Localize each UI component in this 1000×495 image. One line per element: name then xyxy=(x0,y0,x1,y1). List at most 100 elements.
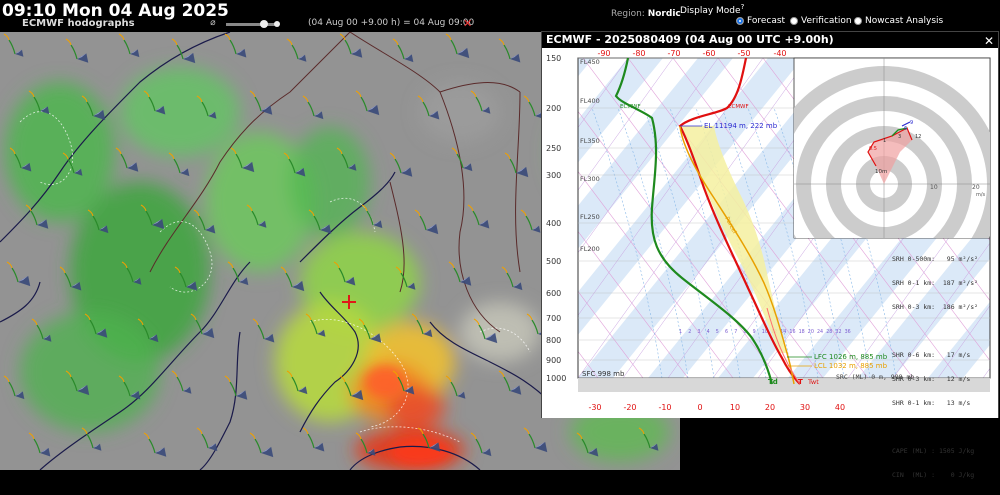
stat-srh-1km: SRH 0-1 km: 187 m²/s² xyxy=(892,279,979,287)
panel-title-text: ECMWF - 2025080409 (04 Aug 00 UTC +9.00h… xyxy=(546,33,834,46)
hodo-point-label: 6 xyxy=(904,126,907,132)
radio-verification-label: Verification xyxy=(801,16,852,26)
hodo-axis-20: 20 xyxy=(972,184,980,191)
pressure-tick-label: 1000 xyxy=(546,374,566,383)
hodo-ring-label: 10m xyxy=(875,169,887,175)
hodo-axis-10: 10 xyxy=(930,184,938,191)
sfc-label: SFC 998 mb xyxy=(582,370,625,378)
region-label: Region: xyxy=(611,9,645,19)
bottom-temp-label: -30 xyxy=(588,403,601,412)
mixing-ratio-label: 20 xyxy=(808,329,814,335)
stat-srh-3km: SRH 0-3 km: 186 m²/s² xyxy=(892,303,979,311)
radio-dot-icon xyxy=(790,17,798,25)
hodo-point-label: 0.5 xyxy=(869,146,877,152)
top-temp-label: -80 xyxy=(632,49,645,58)
stat-srh-500: SRH 0-500m: 95 m²/s² xyxy=(892,255,979,263)
stat-cin: CIN (ML) : 0 J/kg xyxy=(892,471,975,479)
pressure-tick-label: 800 xyxy=(546,336,561,345)
flight-level-label: FL400 xyxy=(580,97,600,105)
twet-label: Twt xyxy=(807,378,819,386)
close-layer-icon[interactable]: ✕ xyxy=(463,17,472,30)
stat-shr-1km: SHR 0-1 km: 13 m/s xyxy=(892,399,971,407)
display-mode-label: Display Mode? xyxy=(680,3,744,16)
radio-verification[interactable]: Verification xyxy=(790,16,852,26)
slider-track[interactable] xyxy=(226,23,278,26)
bottom-temp-label: 40 xyxy=(835,403,845,412)
top-temp-label: -90 xyxy=(597,49,610,58)
time-slider[interactable]: ⌀ (04 Aug 00 +9.00 h) = 04 Aug 09:00 ✕ xyxy=(210,17,530,30)
stat-shr-3km: SHR 0-3 km: 12 m/s xyxy=(892,375,971,383)
hodo-point-label: 9 xyxy=(910,120,913,126)
hodo-axis-unit: m/s xyxy=(976,192,986,198)
mixing-ratio-label: 16 xyxy=(789,329,795,335)
radio-dot-selected-icon xyxy=(736,17,744,25)
mixing-ratio-label: 5 xyxy=(716,329,719,335)
region-value: Nordic xyxy=(647,9,681,19)
flight-level-label: FL450 xyxy=(580,58,600,66)
mixing-ratio-label: 1 xyxy=(679,329,682,335)
layer-title: ECMWF hodographs xyxy=(22,18,135,29)
flight-level-label: FL200 xyxy=(580,245,600,253)
slider-symbol: ⌀ xyxy=(210,18,216,28)
top-temp-label: -70 xyxy=(667,49,680,58)
pressure-tick-label: 500 xyxy=(546,257,561,266)
stat-spacer xyxy=(892,327,978,335)
flight-level-label: FL300 xyxy=(580,175,600,183)
hodo-point-label: 1 xyxy=(883,138,886,144)
panel-title: ECMWF - 2025080409 (04 Aug 00 UTC +9.00h… xyxy=(542,32,998,48)
mixing-ratio-label: 36 xyxy=(845,329,851,335)
radio-forecast-label: Forecast xyxy=(747,16,786,26)
bottom-temp-label: -10 xyxy=(658,403,671,412)
pressure-tick-label: 150 xyxy=(546,54,561,63)
radio-nowcast[interactable]: Nowcast Analysis xyxy=(854,16,943,26)
top-temp-label: -40 xyxy=(773,49,786,58)
sounding-panel: ECMWF - 2025080409 (04 Aug 00 UTC +9.00h… xyxy=(541,31,999,479)
radio-nowcast-label: Nowcast Analysis xyxy=(865,16,944,26)
bottom-temp-label: 10 xyxy=(730,403,740,412)
mixing-ratio-label: 2 xyxy=(688,329,691,335)
hodo-point-label: 12 xyxy=(915,134,921,140)
mixing-ratio-label: 4 xyxy=(707,329,710,335)
pressure-tick-label: 700 xyxy=(546,314,561,323)
mixing-ratio-label: 32 xyxy=(835,329,841,335)
mixing-ratio-label: 7 xyxy=(734,329,737,335)
pressure-tick-label: 900 xyxy=(546,356,561,365)
stat-cape: CAPE (ML) : 1505 J/kg xyxy=(892,447,975,455)
mixing-ratio-label: 28 xyxy=(826,329,832,335)
mixing-ratio-label: 18 xyxy=(799,329,805,335)
mixing-ratio-label: 24 xyxy=(817,329,823,335)
lfc-label: LFC 1026 m, 885 mb xyxy=(814,353,888,361)
pressure-tick-label: 600 xyxy=(546,289,561,298)
lcl-label: LCL 1032 m, 885 mb xyxy=(814,362,888,370)
bottom-temp-label: 0 xyxy=(697,403,702,412)
flight-level-label: FL350 xyxy=(580,137,600,145)
top-temp-label: -50 xyxy=(737,49,750,58)
top-temp-label: -60 xyxy=(702,49,715,58)
mixing-ratio-label: 3 xyxy=(697,329,700,335)
sounding-stats: SRH 0-500m: 95 m²/s² SRH 0-1 km: 187 m²/… xyxy=(892,239,978,495)
stat-shr-6km: SHR 0-6 km: 17 m/s xyxy=(892,351,971,359)
time-readout: (04 Aug 00 +9.00 h) = 04 Aug 09:00 xyxy=(308,18,475,28)
td-label: Td xyxy=(768,378,778,386)
hodo-point-label: 3 xyxy=(898,134,901,140)
pressure-tick-label: 300 xyxy=(546,171,561,180)
bottom-temp-label: -20 xyxy=(623,403,636,412)
bottom-temp-label: 20 xyxy=(765,403,775,412)
radio-dot-icon xyxy=(854,17,862,25)
help-icon[interactable]: ? xyxy=(741,3,745,11)
pressure-tick-label: 250 xyxy=(546,144,561,153)
close-panel-icon[interactable]: ✕ xyxy=(984,33,994,49)
flight-level-label: FL250 xyxy=(580,213,600,221)
bottom-temp-label: 30 xyxy=(800,403,810,412)
pressure-tick-label: 200 xyxy=(546,104,561,113)
t-label: T xyxy=(798,378,803,386)
slider-knob-end[interactable] xyxy=(274,21,280,27)
el-label: EL 11194 m, 222 mb xyxy=(704,122,778,130)
stat-spacer xyxy=(892,423,978,431)
slider-knob-start[interactable] xyxy=(260,20,268,28)
mixing-ratio-label: 9 xyxy=(753,329,756,335)
region-selector[interactable]: Region: Nordic xyxy=(611,9,681,19)
top-bar: 09:10 Mon 04 Aug 2025 ECMWF hodographs ⌀… xyxy=(0,0,1000,32)
display-mode-text: Display Mode xyxy=(680,6,741,16)
radio-forecast[interactable]: Forecast xyxy=(736,16,785,26)
